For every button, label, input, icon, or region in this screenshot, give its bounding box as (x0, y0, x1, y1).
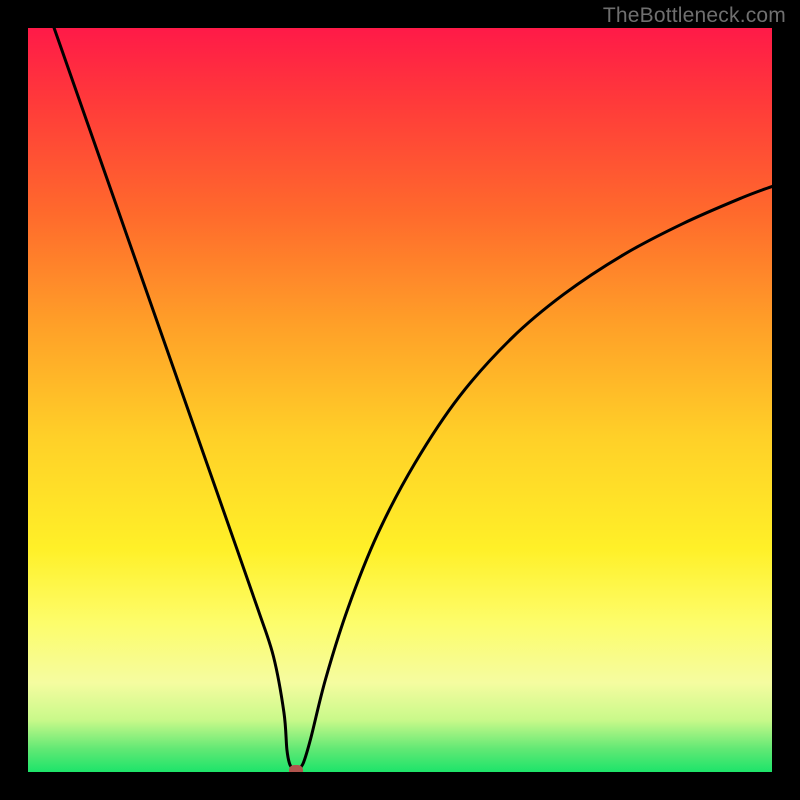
bottleneck-curve (28, 28, 772, 772)
optimum-marker (289, 765, 303, 772)
chart-frame: TheBottleneck.com (0, 0, 800, 800)
watermark-text: TheBottleneck.com (603, 4, 786, 28)
plot-area (28, 28, 772, 772)
